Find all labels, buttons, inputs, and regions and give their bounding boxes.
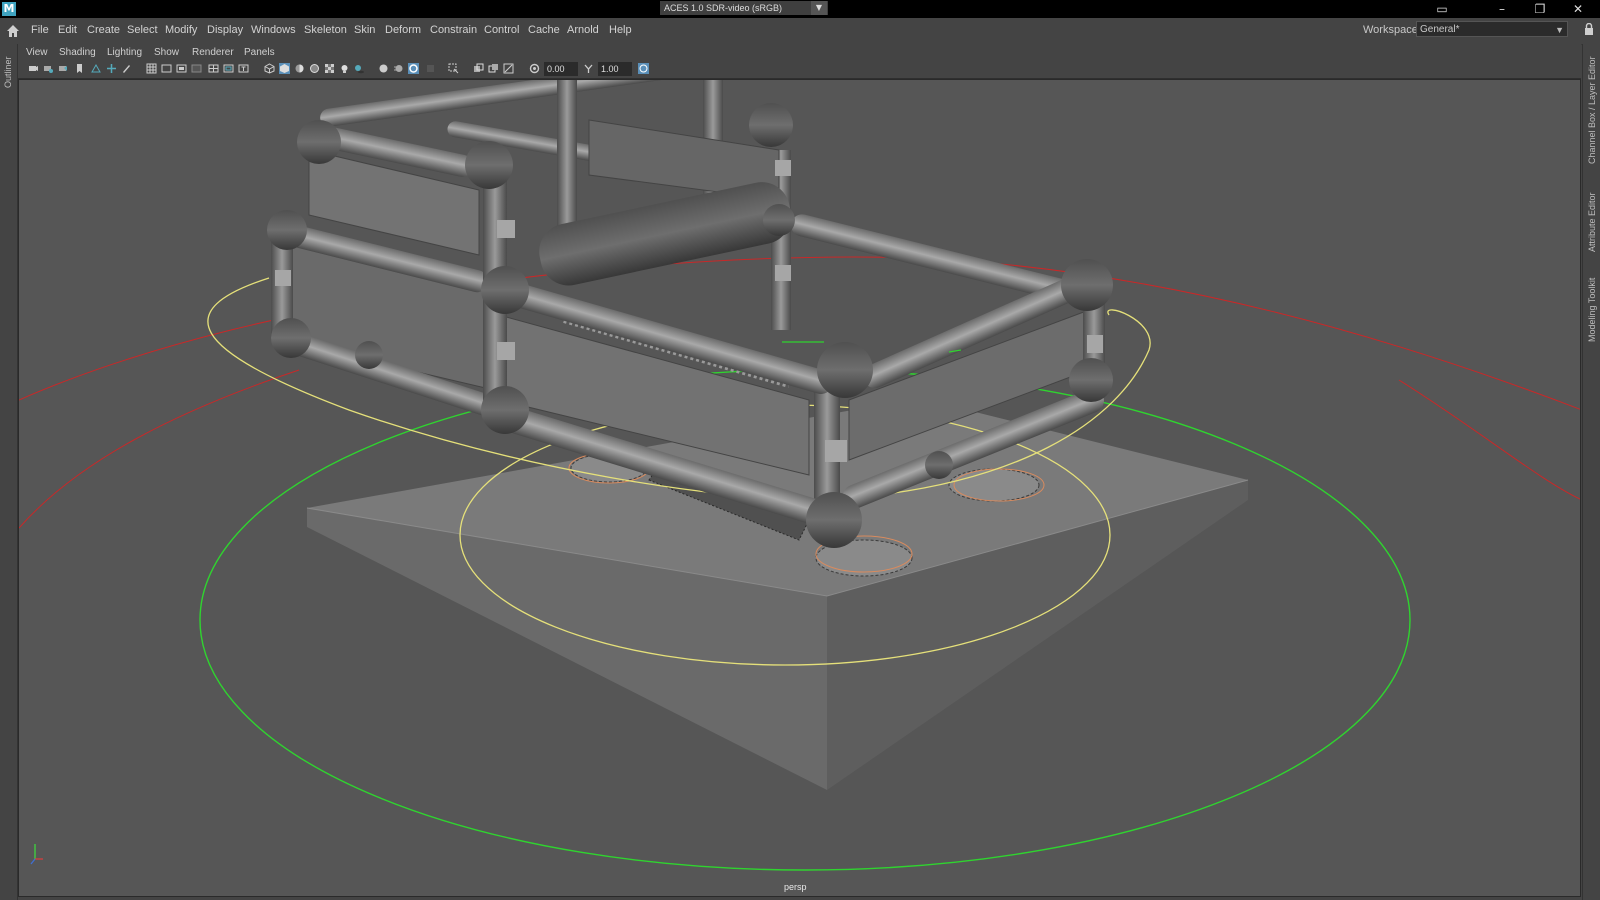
xray-joints-icon[interactable] [503,63,514,74]
view-transform-value: ACES 1.0 SDR-video (sRGB) [664,3,783,13]
depth-of-field-icon[interactable] [425,63,436,74]
main-menu-bar: File Edit Create Select Modify Display W… [0,18,1600,45]
panel-menu-lighting[interactable]: Lighting [107,47,142,58]
menu-file[interactable]: File [31,24,49,36]
resolution-gate-icon[interactable] [176,63,187,74]
field-chart-icon[interactable] [208,63,219,74]
workspace-dropdown[interactable]: General* ▼ [1416,21,1568,37]
panel-menu-view[interactable]: View [26,47,48,58]
bookmark-camera-icon[interactable] [58,63,69,74]
textured-icon[interactable] [324,63,335,74]
modeling-toolkit-tab[interactable]: Modeling Toolkit [1587,278,1597,342]
menu-control[interactable]: Control [484,24,519,36]
exposure-icon[interactable] [529,63,540,74]
ambient-occlusion-icon[interactable] [378,63,389,74]
camera-name-label: persp [784,882,807,892]
panel-menu-renderer[interactable]: Renderer [192,47,234,58]
menu-windows[interactable]: Windows [251,24,296,36]
film-gate-icon[interactable] [161,63,172,74]
minimize-icon[interactable]: – [1484,0,1520,18]
menu-help[interactable]: Help [609,24,632,36]
default-material-icon[interactable] [294,63,305,74]
workspace-label: Workspace: [1363,24,1421,36]
gamma-field[interactable]: 1.00 [598,62,632,76]
panel-toggle-icon[interactable]: ▭ [1424,0,1460,18]
wireframe-on-shaded-icon[interactable] [309,63,320,74]
xray-icon[interactable] [473,63,484,74]
lock-icon[interactable] [1584,23,1594,35]
panel-menu-shading[interactable]: Shading [59,47,96,58]
red-control-curve-right[interactable] [1398,379,1581,500]
left-side-tab-strip: Outliner [0,44,18,900]
panel-menu-panels[interactable]: Panels [244,47,275,58]
menu-deform[interactable]: Deform [385,24,421,36]
gamma-icon[interactable] [583,63,594,74]
color-management-icon[interactable] [638,63,649,74]
persp-viewport[interactable]: persp [18,79,1581,897]
axis-gizmo [30,844,43,865]
smooth-shade-icon[interactable] [279,63,290,74]
close-icon[interactable]: ✕ [1560,0,1596,18]
wireframe-icon[interactable] [264,63,275,74]
anti-aliasing-icon[interactable] [408,63,419,74]
menu-arnold[interactable]: Arnold [567,24,599,36]
2d-pan-zoom-icon[interactable] [106,63,117,74]
menu-cache[interactable]: Cache [528,24,560,36]
safe-action-icon[interactable] [223,63,234,74]
chevron-down-icon[interactable]: ▼ [811,1,827,15]
panel-menu-show[interactable]: Show [154,47,179,58]
red-control-curve-left[interactable] [19,369,300,529]
bookmark-icon[interactable] [74,63,85,74]
menu-constrain[interactable]: Constrain [430,24,477,36]
shadows-icon[interactable] [354,63,365,74]
image-plane-icon[interactable] [91,63,102,74]
maya-logo-icon: M [2,2,16,16]
attribute-editor-tab[interactable]: Attribute Editor [1587,192,1597,252]
exposure-field[interactable]: 0.00 [544,62,578,76]
chevron-down-icon: ▼ [1555,25,1564,35]
panel-menu-bar: View Shading Lighting Show Renderer Pane… [18,44,1581,61]
menu-display[interactable]: Display [207,24,243,36]
motion-blur-icon[interactable] [393,63,404,74]
safe-title-icon[interactable] [238,63,249,74]
camera-attributes-icon[interactable] [43,63,54,74]
home-icon[interactable] [5,23,21,39]
menu-edit[interactable]: Edit [58,24,77,36]
gate-mask-icon[interactable] [191,63,202,74]
grease-pencil-icon[interactable] [121,63,132,74]
grid-icon[interactable] [146,63,157,74]
menu-create[interactable]: Create [87,24,120,36]
camera-icon[interactable] [28,63,39,74]
outliner-tab[interactable]: Outliner [3,56,13,88]
workspace-value: General* [1420,24,1460,35]
lights-icon[interactable] [339,63,350,74]
menu-skin[interactable]: Skin [354,24,375,36]
view-transform-dropdown[interactable]: ACES 1.0 SDR-video (sRGB) [660,1,828,15]
menu-skeleton[interactable]: Skeleton [304,24,347,36]
xray-active-icon[interactable] [488,63,499,74]
right-side-tab-strip: Channel Box / Layer Editor Attribute Edi… [1582,44,1600,900]
viewport-scene [19,80,1581,871]
panel-toolbar: 0.00 1.00 [18,61,1581,79]
menu-select[interactable]: Select [127,24,158,36]
isolate-select-icon[interactable] [448,63,459,74]
menu-modify[interactable]: Modify [165,24,197,36]
channel-box-tab[interactable]: Channel Box / Layer Editor [1587,56,1597,164]
restore-icon[interactable]: ❐ [1522,0,1558,18]
